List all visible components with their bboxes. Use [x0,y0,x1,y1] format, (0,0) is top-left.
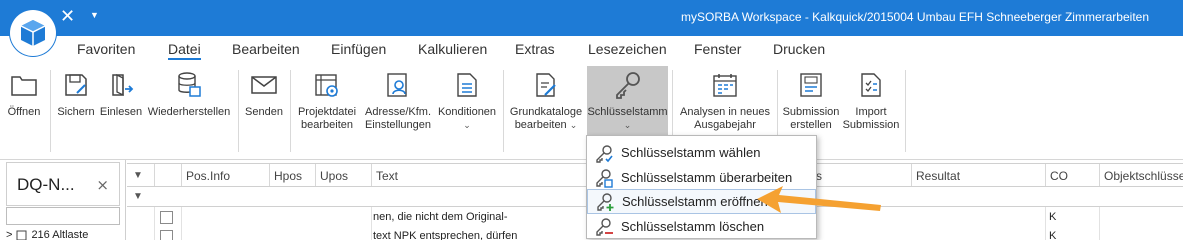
address-icon [383,70,413,100]
analyses-new-year-label: Analysen in neues Ausgabejahr [680,106,770,131]
send-label: Senden [245,106,283,118]
menu-bearbeiten[interactable]: Bearbeiten [232,41,300,57]
ribbon-separator [905,70,906,152]
app-logo-icon[interactable] [10,10,56,56]
restore-button[interactable]: Wiederherstellen [146,66,232,156]
grid-col-select[interactable] [154,164,181,186]
grid-divider [181,207,182,240]
ribbon-separator [290,70,291,152]
save-button[interactable]: Sichern [56,66,96,156]
key-master-label: Schlüsselstamm [587,106,668,118]
conditions-label: Konditionen [437,106,497,118]
tree-search-input[interactable] [6,207,120,225]
chevron-down-icon: ⌄ [463,120,471,130]
folder-icon [9,70,39,100]
table-row-text: nen, die nicht dem Original- [373,211,508,223]
open-label: Öffnen [7,106,41,118]
grid-col-co[interactable]: CO [1045,164,1099,186]
title-bar: ✕ ▼ mySORBA Workspace - Kalkquick/201500… [0,0,1183,36]
key-new-icon [594,192,616,212]
tree-item[interactable]: > 216 Altlaste [6,228,88,240]
chevron-down-icon: ⌄ [569,120,578,130]
document-tab[interactable]: DQ-N... × [6,162,120,206]
submission-import-icon [856,70,886,100]
catalog-edit-icon [531,70,561,100]
menu-datei[interactable]: Datei [168,41,201,60]
database-restore-icon [174,70,204,100]
row-checkbox[interactable] [160,211,173,224]
conditions-icon [452,70,482,100]
pointer-arrow-icon [757,186,881,213]
close-icon[interactable]: × [96,176,109,194]
table-row-text: text NPK entsprechen, dürfen [373,230,518,240]
save-icon [61,70,91,100]
submission-create-label: Submission erstellen [782,106,840,131]
grid-divider [371,207,372,240]
ribbon-separator [50,70,51,152]
ribbon-separator [503,70,504,152]
menu-drucken[interactable]: Drucken [773,41,825,57]
grid-col-upos[interactable]: Upos [315,164,371,186]
chevron-down-icon: ⌄ [623,120,632,130]
menu-kalkulieren[interactable]: Kalkulieren [418,41,487,57]
table-row-co: K [1049,211,1057,223]
grid-divider [154,207,155,240]
menu-item-label: Schlüsselstamm löschen [621,219,765,234]
document-icon [16,230,27,240]
key-master-button[interactable]: Schlüsselstamm ⌄ [587,66,668,136]
address-settings-label: Adresse/Kfm. Einstellungen [364,106,432,131]
key-edit-icon [593,168,615,188]
menu-einfuegen[interactable]: Einfügen [331,41,386,57]
import-icon [106,70,136,100]
import-button[interactable]: Einlesen [100,66,142,156]
menu-item-key-select[interactable]: Schlüsselstamm wählen [587,140,816,165]
grid-col-hpos[interactable]: Hpos [269,164,315,186]
submission-import-button[interactable]: Import Submission [842,66,900,156]
import-label: Einlesen [99,106,143,118]
menu-favoriten[interactable]: Favoriten [77,41,135,57]
grid-col-objektschluessel[interactable]: Objektschlüssel [1099,164,1183,186]
mail-icon [249,70,279,100]
open-button[interactable]: Öffnen [4,66,44,156]
table-row-co: K [1049,230,1057,240]
chevron-right-icon[interactable]: > [6,229,12,240]
key-icon [613,70,643,100]
base-catalogs-edit-label: Grundkataloge bearbeiten ⌄ [510,106,582,132]
send-button[interactable]: Senden [243,66,285,156]
grid-col-resultat[interactable]: Resultat [911,164,1045,186]
project-settings-icon [312,70,342,100]
close-icon[interactable]: ✕ [60,6,75,28]
save-label: Sichern [57,106,95,118]
restore-label: Wiederherstellen [147,106,231,118]
document-tab-label: DQ-N... [17,175,75,194]
left-panel: DQ-N... × > 216 Altlaste [0,160,126,240]
base-catalogs-edit-button[interactable]: Grundkataloge bearbeiten ⌄ [508,66,584,156]
submission-import-label: Import Submission [842,106,900,131]
grid-divider [1099,207,1100,240]
row-checkbox[interactable] [160,230,173,240]
quick-access-dropdown-icon[interactable]: ▼ [90,10,99,20]
project-file-edit-label: Projektdatei bearbeiten [297,106,357,131]
calendar-analysis-icon [710,70,740,100]
key-delete-icon [593,217,615,237]
project-file-edit-button[interactable]: Projektdatei bearbeiten [294,66,360,156]
menu-bar: Favoriten Datei Bearbeiten Einfügen Kalk… [0,36,1183,64]
menu-fenster[interactable]: Fenster [694,41,741,57]
grid-col-posinfo[interactable]: Pos.Info [181,164,269,186]
window-title: mySORBA Workspace - Kalkquick/2015004 Um… [681,10,1149,24]
menu-extras[interactable]: Extras [515,41,555,57]
menu-lesezeichen[interactable]: Lesezeichen [588,41,667,57]
grid-divider [1045,207,1046,240]
filter-icon[interactable]: ▼ [133,170,143,181]
menu-item-label: Schlüsselstamm wählen [621,145,761,160]
conditions-button[interactable]: Konditionen ⌄ [436,66,498,156]
ribbon-separator [238,70,239,152]
filter-icon[interactable]: ▼ [133,191,143,202]
key-select-icon [593,143,615,163]
address-settings-button[interactable]: Adresse/Kfm. Einstellungen [362,66,434,156]
tree-item-label: 216 Altlaste [31,229,89,240]
menu-item-label: Schlüsselstamm eröffnen [622,194,768,209]
submission-create-icon [796,70,826,100]
